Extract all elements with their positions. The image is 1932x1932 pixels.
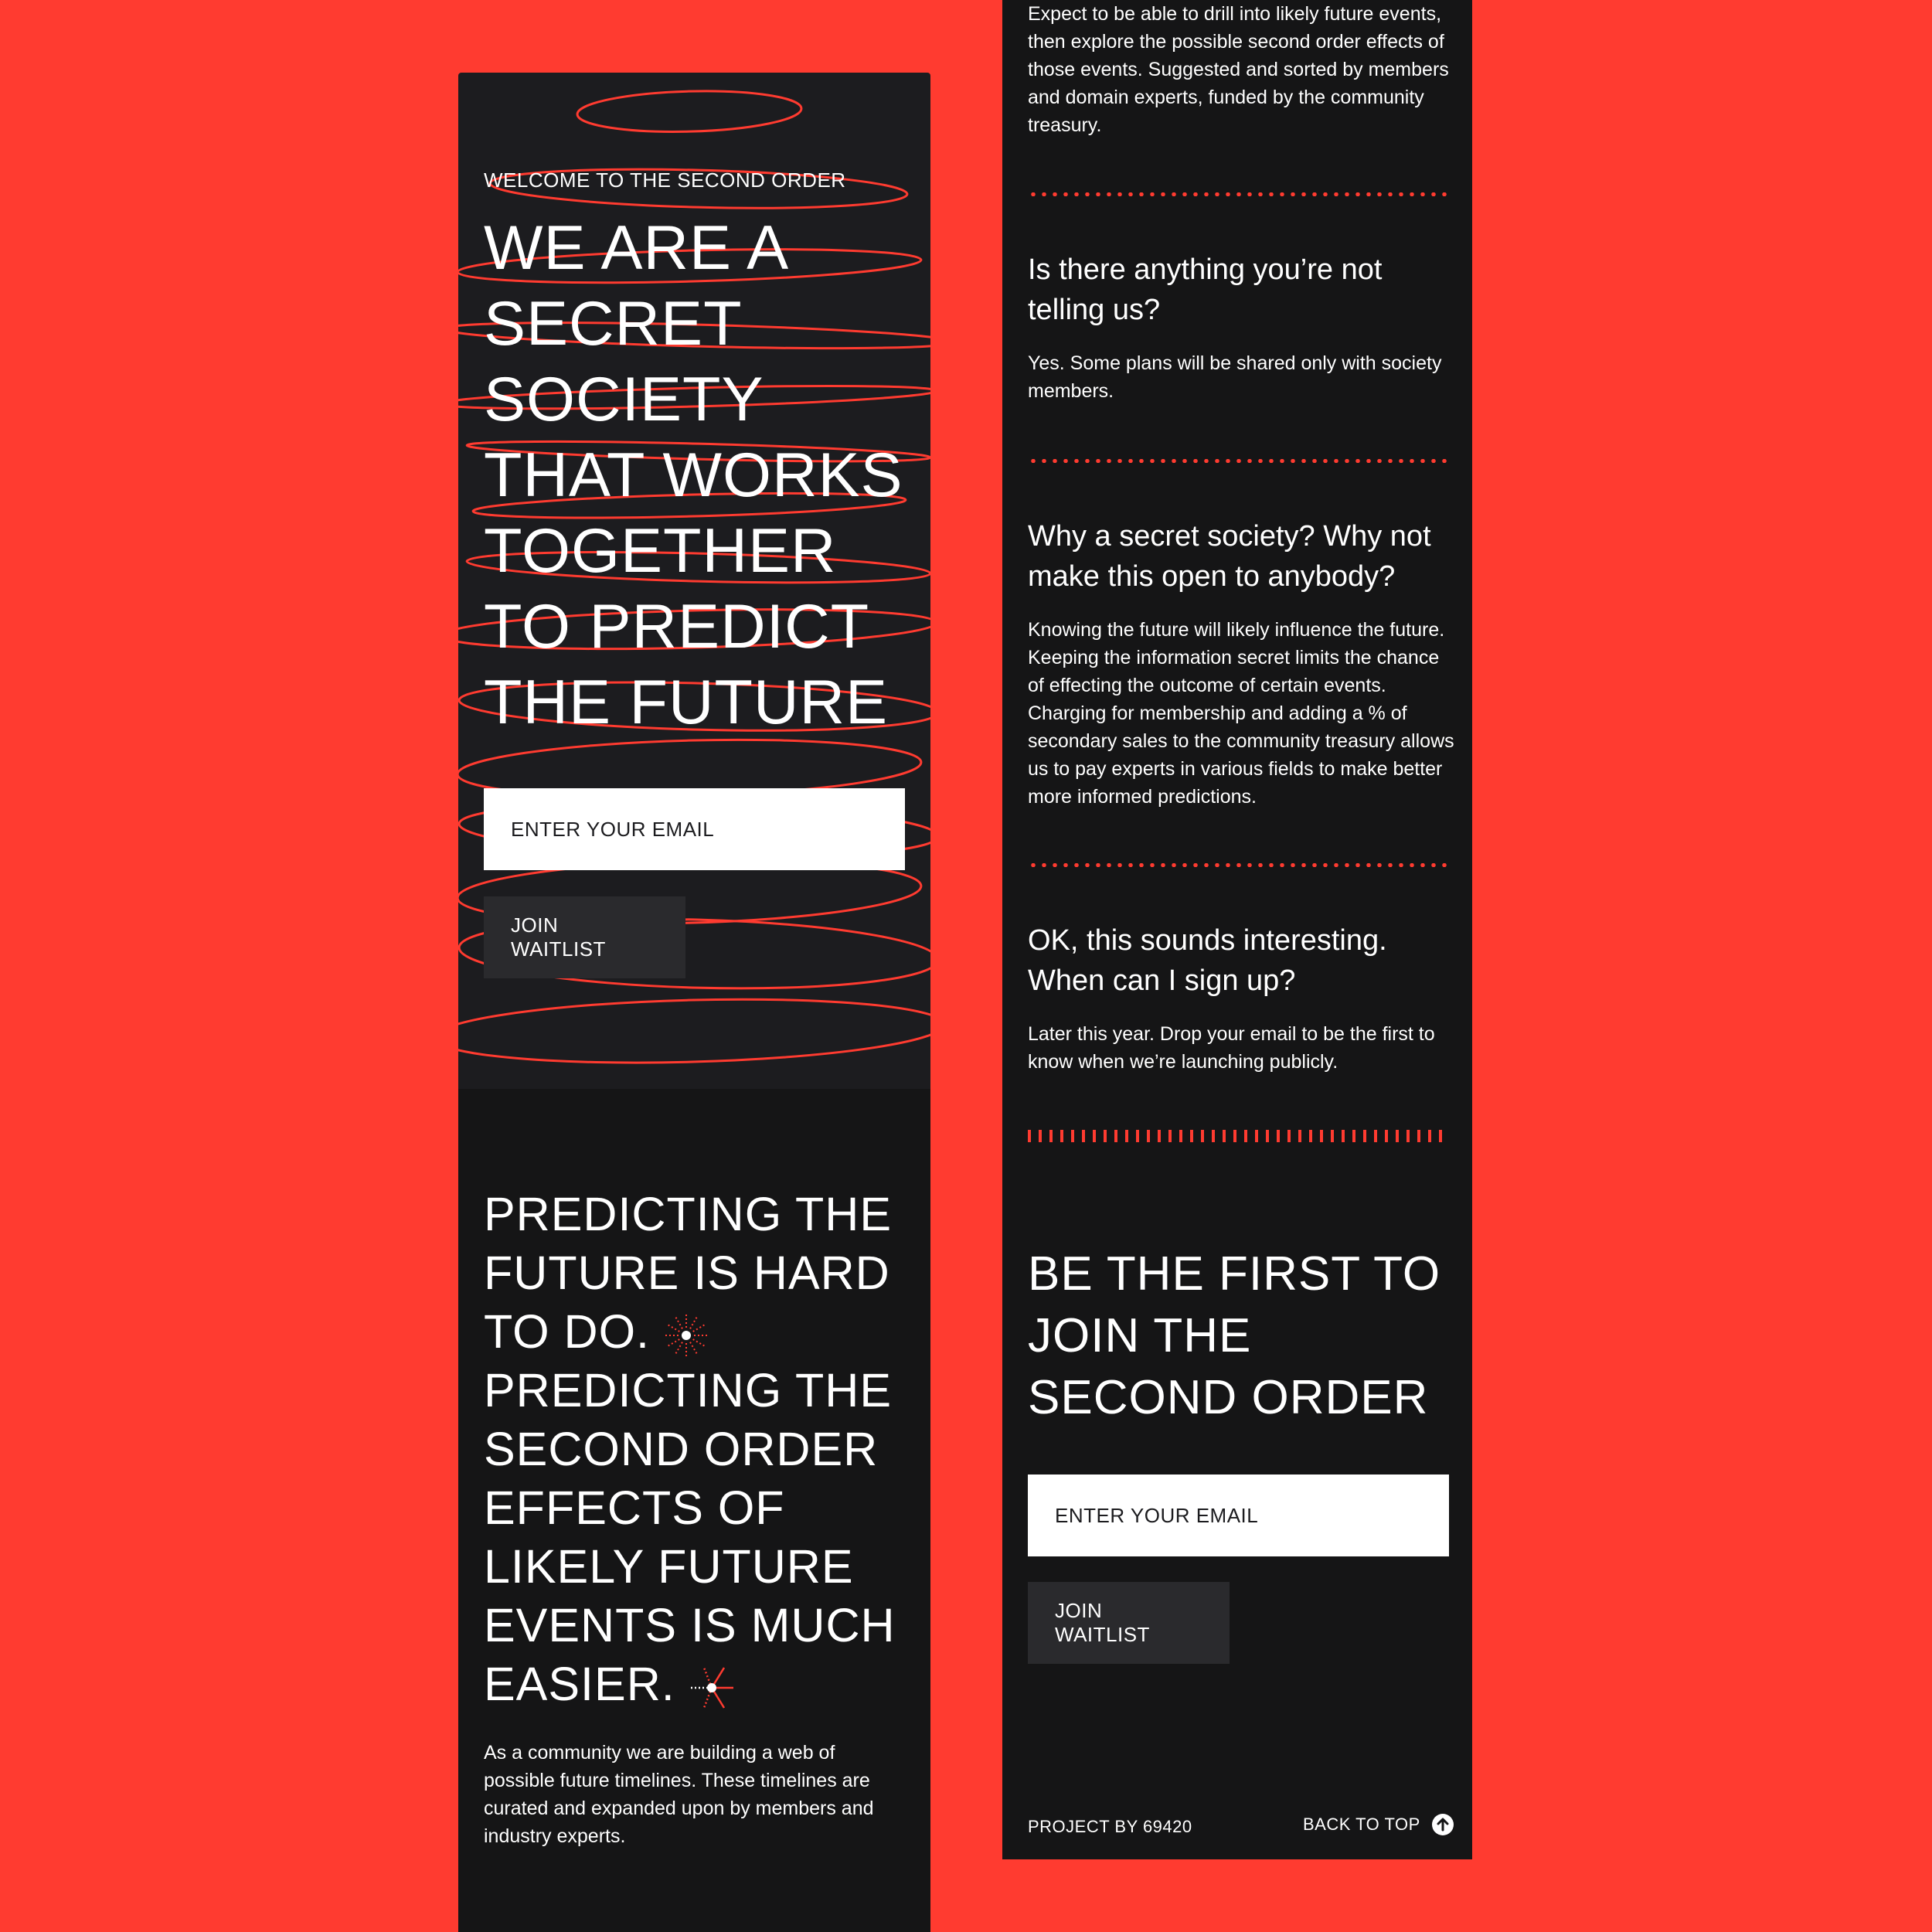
divider	[1028, 459, 1449, 463]
faq-answer: Later this year. Drop your email to be t…	[1028, 1023, 1435, 1073]
divider	[1028, 192, 1449, 196]
hero-email-input[interactable]	[484, 788, 905, 870]
hero-join-waitlist-button[interactable]: JOIN WAITLIST	[484, 896, 685, 978]
faq-question: Is there anything you’re not telling us?	[1028, 253, 1383, 326]
divider	[1028, 1130, 1449, 1142]
faq-answer: Yes. Some plans will be shared only with…	[1028, 352, 1442, 402]
right-column: Expect to be able to drill into likely f…	[1002, 0, 1472, 1859]
faq-question: OK, this sounds interesting. When can I …	[1028, 924, 1387, 997]
cta-title: BE THE FIRST TO JOIN THE SECOND ORDER	[1028, 1247, 1441, 1424]
hero-eyebrow: WELCOME TO THE SECOND ORDER	[484, 168, 846, 192]
spark-icon	[663, 1311, 710, 1359]
back-to-top-link[interactable]: BACK TO TOP	[1303, 1811, 1454, 1838]
intro-section: PREDICTING THE FUTURE IS HARD TO DO. PRE…	[458, 1089, 930, 1932]
cta-email-input[interactable]	[1028, 1475, 1449, 1556]
arrow-up-circle-icon	[1431, 1814, 1454, 1835]
faq-intro-text: Expect to be able to drill into likely f…	[1028, 3, 1449, 136]
intro-body: As a community we are building a web of …	[484, 1742, 874, 1847]
left-column: WELCOME TO THE SECOND ORDER WE ARE A SEC…	[458, 73, 930, 1932]
back-to-top-label: BACK TO TOP	[1303, 1815, 1420, 1834]
cta-join-waitlist-button[interactable]: JOIN WAITLIST	[1028, 1582, 1230, 1664]
footer-credit: PROJECT BY 69420	[1028, 1817, 1192, 1836]
intro-headline-part2: PREDICTING THE SECOND ORDER EFFECTS OF L…	[484, 1364, 896, 1710]
divider	[1028, 863, 1449, 867]
spark-arrow-icon	[688, 1667, 733, 1709]
faq-question: Why a secret society? Why not make this …	[1028, 520, 1431, 593]
faq-answer: Knowing the future will likely influence…	[1028, 619, 1454, 808]
hero-headline: WE ARE A SECRET SOCIETY THAT WORKS TOGET…	[484, 213, 903, 737]
intro-headline: PREDICTING THE FUTURE IS HARD TO DO. PRE…	[484, 1185, 924, 1713]
hero-section: WELCOME TO THE SECOND ORDER WE ARE A SEC…	[458, 73, 930, 1089]
